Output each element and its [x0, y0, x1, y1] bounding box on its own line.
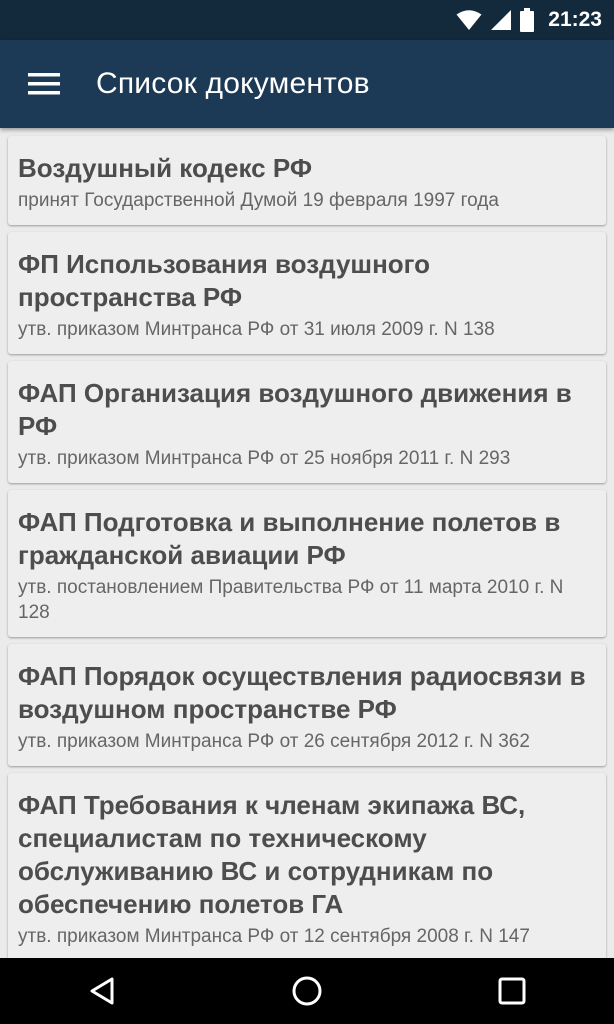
document-title: ФАП Организация воздушного движения в РФ — [18, 378, 572, 441]
document-subtitle: утв. приказом Минтранса РФ от 31 июля 20… — [18, 319, 495, 340]
page-title: Список документов — [96, 67, 370, 100]
app-bar: Список документов — [0, 40, 614, 128]
document-item[interactable]: Воздушный кодекс РФ принят Государственн… — [8, 136, 606, 225]
document-item[interactable]: ФАП Требования к членам экипажа ВС, спец… — [8, 773, 606, 958]
document-item[interactable]: ФП Использования воздушного пространства… — [8, 232, 606, 354]
battery-icon — [520, 8, 535, 32]
document-title: Воздушный кодекс РФ — [18, 153, 313, 183]
document-list[interactable]: Воздушный кодекс РФ принят Государственн… — [0, 128, 614, 958]
document-subtitle: утв. приказом Минтранса РФ от 12 сентябр… — [18, 926, 530, 947]
navigation-bar — [0, 958, 614, 1024]
recents-button[interactable] — [472, 958, 552, 1024]
menu-button[interactable] — [0, 40, 90, 128]
document-title: ФАП Требования к членам экипажа ВС, спец… — [18, 790, 526, 919]
document-subtitle: принят Государственной Думой 19 февраля … — [18, 190, 499, 211]
wifi-icon — [456, 10, 482, 30]
document-title: ФП Использования воздушного пространства… — [18, 249, 431, 312]
cell-signal-icon — [491, 10, 512, 30]
back-icon — [90, 977, 114, 1005]
document-title: ФАП Подготовка и выполнение полетов в гр… — [18, 507, 561, 570]
document-title: ФАП Порядок осуществления радиосвязи в в… — [18, 661, 586, 724]
status-bar: 21:23 — [0, 0, 614, 40]
back-button[interactable] — [62, 958, 142, 1024]
home-button[interactable] — [267, 958, 347, 1024]
document-subtitle: утв. приказом Минтранса РФ от 25 ноября … — [18, 448, 511, 469]
status-time: 21:23 — [548, 8, 602, 31]
document-item[interactable]: ФАП Порядок осуществления радиосвязи в в… — [8, 644, 606, 766]
document-item[interactable]: ФАП Подготовка и выполнение полетов в гр… — [8, 490, 606, 637]
document-subtitle: утв. приказом Минтранса РФ от 26 сентябр… — [18, 731, 530, 752]
hamburger-menu-icon — [28, 73, 60, 95]
home-icon — [292, 976, 322, 1006]
recents-icon — [498, 977, 526, 1005]
document-subtitle: утв. постановлением Правительства РФ от … — [18, 577, 564, 623]
document-item[interactable]: ФАП Организация воздушного движения в РФ… — [8, 361, 606, 483]
